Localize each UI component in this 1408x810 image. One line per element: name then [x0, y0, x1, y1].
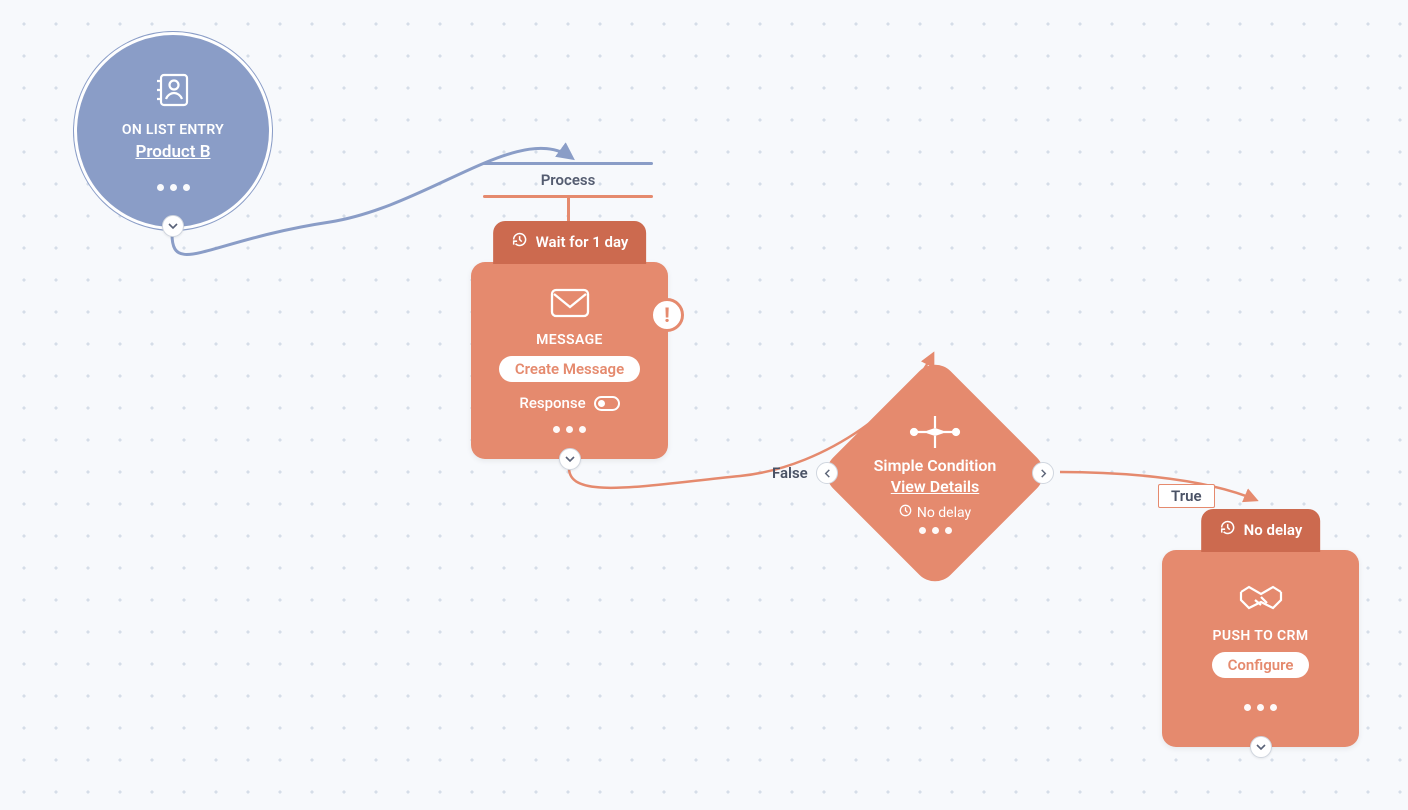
condition-icon [908, 412, 962, 456]
history-icon [1219, 519, 1236, 540]
crm-type-label: PUSH TO CRM [1212, 628, 1308, 644]
process-label: Process [483, 168, 653, 192]
chevron-down-icon[interactable] [1250, 736, 1272, 758]
wait-label: Wait for 1 day [536, 233, 629, 251]
process-header: Process [483, 159, 653, 201]
response-label: Response [519, 394, 585, 412]
trigger-node[interactable]: ON LIST ENTRY Product B [74, 32, 272, 230]
chevron-down-icon[interactable] [162, 215, 184, 237]
message-node[interactable]: Wait for 1 day MESSAGE Create Message Re… [471, 262, 668, 459]
more-icon[interactable] [1244, 704, 1277, 711]
more-icon[interactable] [157, 184, 190, 191]
clock-icon [899, 504, 912, 521]
envelope-icon [550, 288, 590, 322]
condition-title: Simple Condition [852, 456, 1018, 475]
chevron-left-icon[interactable] [816, 462, 838, 484]
connector-stem [567, 196, 570, 224]
response-toggle-row: Response [519, 394, 619, 412]
condition-delay-label: No delay [917, 505, 971, 521]
more-icon[interactable] [553, 426, 586, 433]
trigger-type-label: ON LIST ENTRY [122, 122, 224, 138]
configure-button[interactable]: Configure [1212, 652, 1310, 678]
handshake-icon [1237, 582, 1285, 618]
more-icon[interactable] [852, 527, 1018, 534]
workflow-canvas[interactable]: ON LIST ENTRY Product B Process Wait for… [0, 0, 1408, 810]
chevron-right-icon[interactable] [1032, 462, 1054, 484]
warning-icon[interactable]: ! [650, 298, 684, 332]
trigger-name-link[interactable]: Product B [135, 142, 210, 162]
response-toggle[interactable] [594, 396, 620, 411]
crm-node[interactable]: No delay PUSH TO CRM Configure [1162, 550, 1359, 747]
wait-label: No delay [1244, 521, 1303, 539]
message-type-label: MESSAGE [536, 332, 603, 348]
view-details-link[interactable]: View Details [852, 477, 1018, 496]
contact-list-icon [154, 72, 192, 112]
wait-badge[interactable]: No delay [1201, 509, 1321, 552]
condition-delay-row: No delay [852, 504, 1018, 521]
true-branch-label: True [1158, 484, 1215, 508]
wait-badge[interactable]: Wait for 1 day [493, 221, 647, 264]
history-icon [511, 231, 528, 252]
false-branch-label: False [772, 464, 808, 482]
create-message-button[interactable]: Create Message [499, 356, 640, 382]
chevron-down-icon[interactable] [559, 448, 581, 470]
condition-node[interactable]: Simple Condition View Details No delay F… [852, 390, 1018, 556]
